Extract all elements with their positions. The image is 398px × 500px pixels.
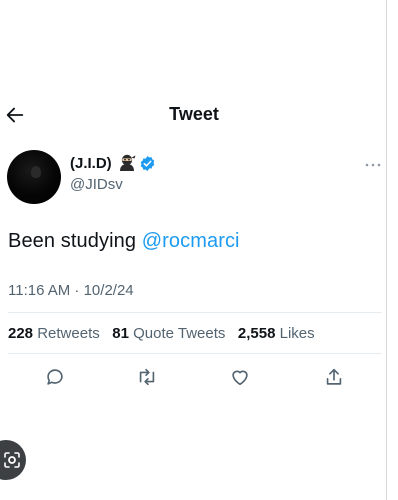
divider xyxy=(8,353,382,354)
quotes-count: 81 xyxy=(112,325,129,342)
lens-button[interactable] xyxy=(0,440,26,480)
quotes-label: Quote Tweets xyxy=(133,325,226,342)
tweet-text-body: Been studying xyxy=(8,230,142,252)
tweet-timestamp[interactable]: 11:16 AM · 10/2/24 xyxy=(8,282,134,299)
mention-link[interactable]: @rocmarci xyxy=(142,230,240,252)
share-icon[interactable] xyxy=(323,366,345,388)
screenshot-edge xyxy=(386,0,387,500)
engagement-stats: 228 Retweets 81 Quote Tweets 2,558 Likes xyxy=(8,325,315,342)
divider xyxy=(8,312,382,313)
heart-icon[interactable] xyxy=(229,366,251,388)
retweets-stat[interactable]: 228 Retweets xyxy=(8,325,100,342)
verified-badge-icon xyxy=(140,156,155,171)
quotes-stat[interactable]: 81 Quote Tweets xyxy=(112,325,225,342)
likes-stat[interactable]: 2,558 Likes xyxy=(238,325,315,342)
reply-icon[interactable] xyxy=(44,366,66,388)
lens-icon xyxy=(4,452,20,468)
likes-label: Likes xyxy=(279,325,315,342)
display-name[interactable]: (J.I.D) xyxy=(70,155,112,172)
ninja-icon xyxy=(120,154,136,171)
likes-count: 2,558 xyxy=(237,325,276,342)
retweets-label: Retweets xyxy=(37,325,100,342)
retweets-count: 228 xyxy=(8,325,34,342)
retweet-icon[interactable] xyxy=(136,366,158,388)
user-handle[interactable]: @JIDsv xyxy=(70,176,123,193)
page-title: Tweet xyxy=(169,104,219,124)
tweet-text: Been studying @rocmarci xyxy=(8,230,240,253)
avatar[interactable] xyxy=(7,150,61,204)
more-icon[interactable] xyxy=(364,160,382,170)
